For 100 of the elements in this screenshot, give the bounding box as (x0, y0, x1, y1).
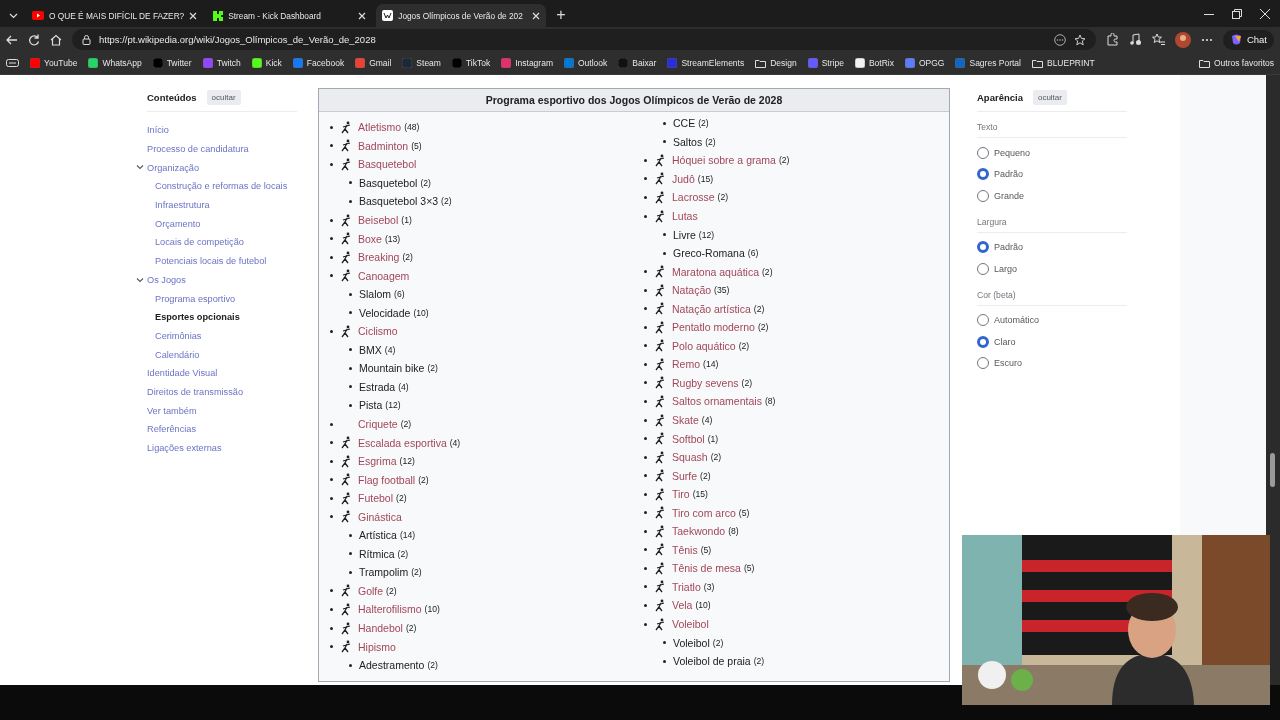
event-name: Pista (359, 399, 383, 412)
bookmark[interactable]: Design (755, 58, 797, 68)
bookmark[interactable]: Facebook (292, 58, 345, 68)
bookmark[interactable]: StreamElements (667, 58, 745, 68)
sport-link[interactable]: Badminton (358, 139, 409, 152)
toc-link[interactable]: Organização (147, 162, 200, 173)
sport-link[interactable]: Tênis de mesa (672, 562, 741, 575)
medal-count: (2) (712, 637, 724, 648)
sport-link[interactable]: Natação artística (672, 302, 751, 315)
sport-link[interactable]: Pentatlo moderno (672, 321, 755, 334)
sport-link[interactable]: Beisebol (358, 214, 399, 226)
sport-link[interactable]: Basquetebol (358, 158, 417, 171)
sport-link[interactable]: Hóquei sobre a grama (672, 154, 776, 167)
toc-link[interactable]: Programa esportivo (155, 293, 236, 304)
toc-link[interactable]: Calendário (155, 349, 200, 360)
bookmark[interactable]: Outros favoritos (1199, 58, 1274, 68)
sport-link[interactable]: Escalada esportiva (358, 436, 447, 449)
medal-count: (2) (698, 118, 709, 129)
bookmark[interactable]: OPGG (904, 58, 945, 68)
bookmark[interactable]: Baixar (618, 58, 657, 68)
sport-link[interactable]: Voleibol (672, 618, 709, 631)
sport-link[interactable]: Breaking (358, 251, 400, 264)
bookmark[interactable]: WhatsApp (88, 58, 142, 68)
sport-link[interactable]: Softbol (672, 432, 705, 445)
sport-link[interactable]: Futebol (358, 492, 394, 505)
sport-link[interactable]: Hipismo (358, 640, 396, 653)
toc-link[interactable]: Esportes opcionais (155, 312, 240, 323)
toc-link[interactable]: Construção e reformas de locais (155, 181, 288, 192)
toc-link[interactable]: Cerimônias (155, 330, 202, 341)
bookmark[interactable]: Gmail (355, 58, 392, 68)
sport-link[interactable]: Taekwondo (672, 525, 726, 538)
toc-link[interactable]: Início (147, 125, 169, 136)
sport-link[interactable]: Saltos ornamentais (672, 395, 762, 408)
sport-link[interactable]: Vela (672, 599, 693, 612)
toc-link[interactable]: Referências (147, 424, 197, 435)
medal-count: (6) (747, 248, 759, 259)
toc-link[interactable]: Infraestrutura (155, 200, 210, 211)
sport-link[interactable]: Squash (672, 451, 708, 464)
toc-link[interactable]: Ligações externas (147, 443, 222, 454)
toc-link[interactable]: Processo de candidatura (147, 144, 249, 155)
sport-link[interactable]: Esgrima (358, 455, 397, 468)
bookmark[interactable]: Sagres Portal (955, 58, 1021, 68)
medal-count: (2) (420, 177, 431, 188)
sport-link[interactable]: Judô (672, 172, 695, 185)
bookmark[interactable]: Twitch (202, 58, 241, 68)
bookmark[interactable]: Stripe (807, 58, 844, 68)
sport-link[interactable]: Halterofilismo (358, 603, 422, 616)
address-field[interactable]: https://pt.wikipedia.org/wiki/Jogos_Olímpicos_de_Verão_de_2028 (72, 29, 1096, 50)
bookmark[interactable]: YouTube (30, 58, 78, 68)
toc-link[interactable]: Locais de competição (155, 237, 244, 248)
medal-count: (2) (397, 548, 409, 559)
sport-link[interactable]: Polo aquático (672, 339, 736, 352)
new-tab-button[interactable]: + (556, 6, 566, 24)
medal-count: (15) (697, 173, 714, 184)
browser-tab[interactable]: Stream - Kick Dashboard (207, 4, 373, 27)
option-label: Pequeno (994, 147, 1031, 158)
sport-link[interactable]: Natação (672, 284, 712, 297)
browser-tab[interactable]: O QUE É MAIS DIFÍCIL DE FAZER? (26, 4, 204, 27)
sport-link[interactable]: Ciclismo (358, 325, 398, 338)
hide-button[interactable]: ocultar (1032, 90, 1067, 105)
toc-link[interactable]: Potenciais locais de futebol (155, 256, 267, 267)
medal-count: (5) (700, 544, 712, 555)
sport-link[interactable]: Criquete (358, 418, 398, 430)
sport-link[interactable]: Lacrosse (672, 191, 715, 204)
sport-link[interactable]: Tiro (672, 488, 690, 501)
sport-link[interactable]: Tiro com arco (672, 506, 736, 519)
sport-link[interactable]: Boxe (358, 232, 382, 245)
sport-link[interactable]: Surfe (672, 469, 698, 482)
toc-link[interactable]: Identidade Visual (147, 368, 218, 379)
sport-link[interactable]: Atletismo (358, 121, 402, 134)
toc-link[interactable]: Os Jogos (147, 274, 186, 285)
sport-link[interactable]: Maratona aquática (672, 265, 759, 278)
bookmark[interactable]: TikTok (451, 58, 491, 68)
toc-link[interactable]: Orçamento (155, 218, 201, 229)
sport-link[interactable]: Triatlo (672, 580, 701, 593)
bookmark[interactable]: Twitter (152, 58, 192, 68)
sport-link[interactable]: Rugby sevens (672, 376, 739, 389)
event-name: Basquetebol 3×3 (359, 195, 439, 208)
medal-count: (15) (692, 489, 708, 500)
chat-button[interactable]: Chat (1222, 29, 1274, 50)
bookmark[interactable]: Steam (402, 58, 441, 68)
browser-tab[interactable]: Jogos Olímpicos de Verão de 202 (376, 4, 547, 27)
sport-link[interactable]: Handebol (358, 622, 403, 635)
sport-link[interactable]: Golfe (358, 584, 384, 597)
bookmark[interactable]: Outlook (564, 58, 608, 68)
sport-link[interactable]: Lutas (672, 210, 698, 222)
bookmark[interactable]: Kick (251, 58, 282, 68)
bookmark[interactable]: Instagram (501, 58, 553, 68)
panel-title: Aparência (977, 92, 1023, 103)
toc-link[interactable]: Direitos de transmissão (147, 386, 243, 397)
sport-link[interactable]: Remo (672, 358, 700, 371)
bookmark[interactable]: BotRix (854, 58, 894, 68)
sport-link[interactable]: Tênis (672, 543, 698, 556)
toc-link[interactable]: Ver também (147, 405, 197, 416)
bookmark[interactable]: BLUEPRINT (1031, 58, 1095, 68)
sport-link[interactable]: Flag football (358, 473, 416, 486)
sport-link[interactable]: Canoagem (358, 269, 410, 282)
hide-button[interactable]: ocultar (206, 90, 241, 105)
sport-link[interactable]: Ginástica (358, 510, 402, 523)
sport-link[interactable]: Skate (672, 414, 699, 426)
